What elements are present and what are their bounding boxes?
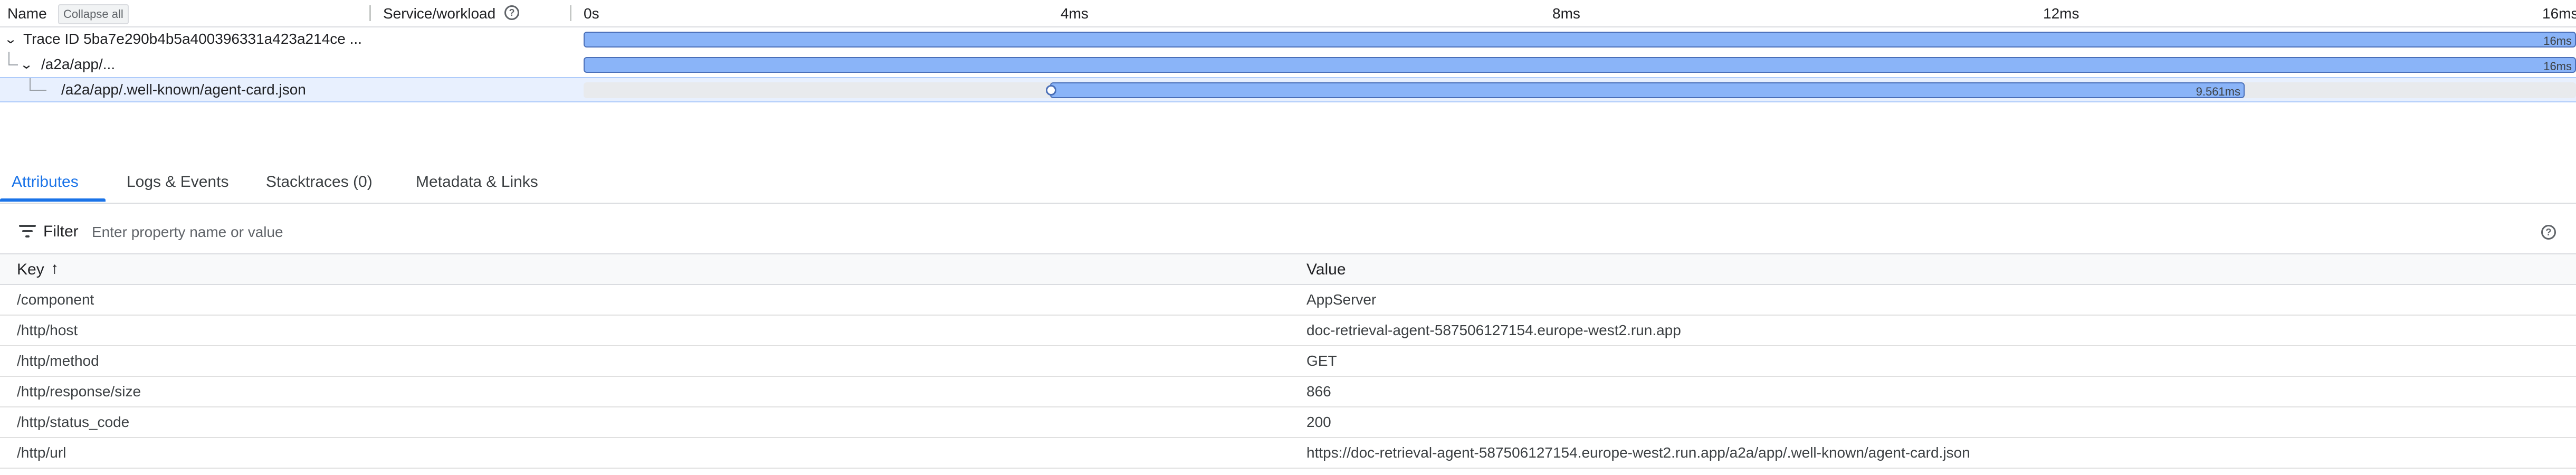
span-row[interactable]: ⌄ /a2a/app/... 16ms xyxy=(0,52,2576,77)
attribute-value: doc-retrieval-agent-587506127154.europe-… xyxy=(1306,322,1681,338)
span-duration-label: 9.561ms xyxy=(2196,85,2240,98)
attributes-table: Key ↑ Value /component AppServer /http/h… xyxy=(0,254,2576,469)
arrow-up-icon[interactable]: ↑ xyxy=(51,260,59,278)
attribute-key: /http/status_code xyxy=(17,414,130,430)
service-workload-column-header: Service/workload xyxy=(383,5,496,22)
table-header: Key ↑ Value xyxy=(0,254,2576,285)
chevron-down-icon[interactable]: ⌄ xyxy=(4,32,17,47)
table-row: /http/host doc-retrieval-agent-587506127… xyxy=(0,316,2576,346)
value-column-header[interactable]: Value xyxy=(1306,261,1346,279)
tree-connector xyxy=(30,90,46,91)
span-bar[interactable]: 16ms xyxy=(584,32,2576,48)
trace-root-row[interactable]: ⌄ Trace ID 5ba7e290b4b5a400396331a423a21… xyxy=(0,26,2576,52)
attribute-key: /http/method xyxy=(17,353,99,369)
timeline-tick-label: 0s xyxy=(584,5,599,22)
tab-attributes[interactable]: Attributes xyxy=(12,173,79,191)
timeline-tick-label: 8ms xyxy=(1552,5,1580,22)
span-bar[interactable]: 9.561ms xyxy=(1050,82,2245,98)
attribute-value: 866 xyxy=(1306,383,1331,400)
table-row: /http/method GET xyxy=(0,346,2576,377)
filter-input[interactable] xyxy=(91,220,1940,245)
table-row: /component AppServer xyxy=(0,285,2576,316)
active-tab-indicator xyxy=(0,198,106,202)
table-row: /http/response/size 866 xyxy=(0,377,2576,407)
tree-connector xyxy=(30,78,31,90)
filter-bar: Filter ? xyxy=(0,211,2576,254)
tab-stacktraces[interactable]: Stacktraces (0) xyxy=(266,173,373,191)
collapse-all-button[interactable]: Collapse all xyxy=(58,4,129,24)
chevron-down-icon[interactable]: ⌄ xyxy=(20,57,33,72)
name-column-header: Name xyxy=(7,5,47,22)
tab-logs-events[interactable]: Logs & Events xyxy=(127,173,228,191)
span-row-selected[interactable]: /a2a/app/.well-known/agent-card.json 9.5… xyxy=(0,77,2576,102)
filter-icon[interactable] xyxy=(19,225,36,239)
detail-tabs: Attributes Logs & Events Stacktraces (0)… xyxy=(0,164,2576,204)
span-bar[interactable]: 16ms xyxy=(584,57,2576,73)
timeline-tick-label: 12ms xyxy=(2043,5,2079,22)
timeline-tick-label: 16ms xyxy=(2542,5,2576,22)
column-resize-handle[interactable] xyxy=(570,5,571,21)
attribute-value: AppServer xyxy=(1306,291,1377,308)
trace-id-label: Trace ID 5ba7e290b4b5a400396331a423a214c… xyxy=(23,31,362,47)
attribute-value: GET xyxy=(1306,353,1337,369)
attribute-key: /http/response/size xyxy=(17,383,141,400)
tab-metadata-links[interactable]: Metadata & Links xyxy=(416,173,538,191)
span-duration-label: 16ms xyxy=(2543,34,2572,48)
waterfall-header: Name Collapse all Service/workload ? 0s … xyxy=(0,0,2576,27)
help-icon[interactable]: ? xyxy=(504,5,519,20)
attribute-value: https://doc-retrieval-agent-587506127154… xyxy=(1306,444,1970,461)
attribute-key: /http/url xyxy=(17,444,66,461)
tree-connector xyxy=(8,64,18,65)
help-icon[interactable]: ? xyxy=(2541,225,2556,240)
trace-details-view: Name Collapse all Service/workload ? 0s … xyxy=(0,0,2576,475)
table-row: /http/status_code 200 xyxy=(0,407,2576,438)
attribute-value: 200 xyxy=(1306,414,1331,430)
filter-label[interactable]: Filter xyxy=(43,223,79,241)
timeline-tick-label: 4ms xyxy=(1061,5,1089,22)
span-duration-label: 16ms xyxy=(2543,60,2572,73)
attribute-key: /http/host xyxy=(17,322,78,338)
attribute-key: /component xyxy=(17,291,94,308)
span-name-label: /a2a/app/... xyxy=(41,56,116,72)
key-column-header[interactable]: Key xyxy=(17,261,44,279)
span-start-marker xyxy=(1046,85,1056,96)
column-resize-handle[interactable] xyxy=(369,5,371,21)
table-row: /http/url https://doc-retrieval-agent-58… xyxy=(0,438,2576,469)
tree-connector xyxy=(8,52,9,64)
span-name-label: /a2a/app/.well-known/agent-card.json xyxy=(61,81,306,98)
